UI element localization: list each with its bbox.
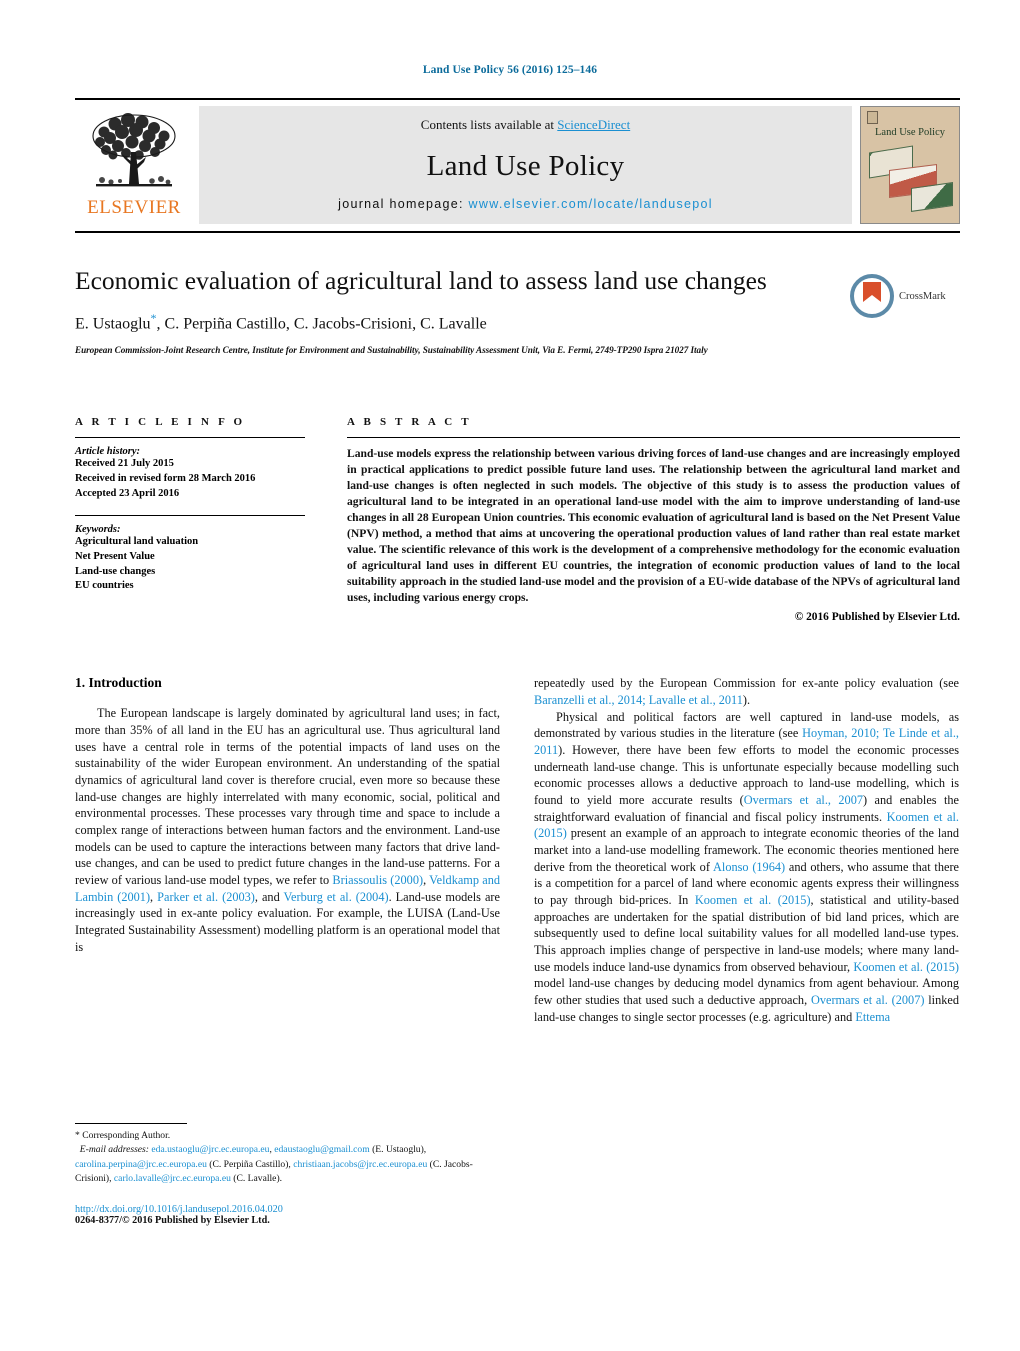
email-link-ustaoglu-jrc[interactable]: eda.ustaoglu@jrc.ec.europa.eu <box>151 1144 269 1155</box>
article-history-accepted: Accepted 23 April 2016 <box>75 487 180 499</box>
citation-koomen-2015-b[interactable]: Koomen et al. (2015) <box>695 893 811 907</box>
paragraph-right-0: repeatedly used by the European Commissi… <box>534 675 959 708</box>
author-rest: , C. Perpiña Castillo, C. Jacobs-Crision… <box>156 314 487 332</box>
affiliation: European Commission-Joint Research Centr… <box>75 344 708 355</box>
article-info-rule-top <box>75 437 305 438</box>
citation-briassoulis-2000[interactable]: Briassoulis (2000) <box>332 873 423 887</box>
abstract-rule <box>347 437 960 438</box>
keyword-item: EU countries <box>75 580 134 592</box>
sciencedirect-link[interactable]: ScienceDirect <box>557 117 630 132</box>
paragraph-left-1: The European landscape is largely domina… <box>75 705 500 955</box>
body-columns: 1. Introduction The European landscape i… <box>75 675 960 1025</box>
abstract-text: Land-use models express the relationship… <box>347 447 960 605</box>
footnote-block: * Corresponding Author. E-mail addresses… <box>75 1123 500 1226</box>
info-abstract-block: A R T I C L E I N F O Article history: R… <box>75 416 960 623</box>
citation-ettema[interactable]: Ettema <box>855 1010 890 1024</box>
journal-title: Land Use Policy <box>426 149 625 182</box>
text-run: , and <box>254 889 284 904</box>
article-info-column: A R T I C L E I N F O Article history: R… <box>75 416 347 623</box>
running-head: Land Use Policy 56 (2016) 125–146 <box>422 64 598 76</box>
abstract-heading: A B S T R A C T <box>347 416 472 428</box>
citation-verburg-2004[interactable]: Verburg et al. (2004) <box>284 890 389 904</box>
article-title-area: Economic evaluation of agricultural land… <box>75 266 960 376</box>
citation-alonso-1964[interactable]: Alonso (1964) <box>713 860 785 874</box>
article-history-revised: Received in revised form 28 March 2016 <box>75 472 256 484</box>
corresponding-author-note: * Corresponding Author. <box>75 1130 171 1141</box>
paper-page: Land Use Policy 56 (2016) 125–146 ELSEVI… <box>0 0 1020 1351</box>
crossmark-label: CrossMark <box>899 290 946 302</box>
author-first: E. Ustaoglu <box>75 314 151 332</box>
contents-available-line: Contents lists available at ScienceDirec… <box>199 117 852 133</box>
article-history-received: Received 21 July 2015 <box>75 458 174 469</box>
crossmark-icon <box>850 274 894 318</box>
abstract-copyright: © 2016 Published by Elsevier Ltd. <box>794 611 960 624</box>
citation-koomen-2015-c[interactable]: Koomen et al. (2015) <box>853 960 959 974</box>
email-addresses-note: E-mail addresses: eda.ustaoglu@jrc.ec.eu… <box>75 1144 473 1185</box>
crossmark-badge[interactable]: CrossMark <box>850 272 960 320</box>
email-addresses-label: E-mail addresses: <box>79 1144 149 1156</box>
page-title: Economic evaluation of agricultural land… <box>75 266 767 295</box>
author-list: E. Ustaoglu*, C. Perpiña Castillo, C. Ja… <box>75 311 960 333</box>
cover-field-image-3 <box>911 182 953 212</box>
article-info-heading: A R T I C L E I N F O <box>75 416 246 428</box>
email-link-lavalle[interactable]: carlo.lavalle@jrc.ec.europa.eu <box>114 1173 231 1184</box>
email-link-perpina[interactable]: carolina.perpina@jrc.ec.europa.eu <box>75 1159 207 1170</box>
doi-block: http://dx.doi.org/10.1016/j.landusepol.2… <box>75 1204 500 1226</box>
email-owner-4: (C. Lavalle). <box>230 1173 283 1185</box>
cover-publisher-mark-icon <box>867 111 878 124</box>
keyword-item: Agricultural land valuation <box>75 535 199 547</box>
email-link-jacobs[interactable]: christiaan.jacobs@jrc.ec.europa.eu <box>293 1159 427 1170</box>
keyword-item: Land-use changes <box>75 565 156 577</box>
article-info-rule-mid <box>75 514 305 516</box>
citation-baranzelli-lavalle[interactable]: Baranzelli et al., 2014; Lavalle et al.,… <box>534 693 743 707</box>
journal-homepage-link[interactable]: www.elsevier.com/locate/landusepol <box>469 197 713 211</box>
section-heading-introduction: 1. Introduction <box>75 675 162 691</box>
elsevier-logo: ELSEVIER <box>75 106 193 224</box>
journal-masthead: ELSEVIER Contents lists available at Sci… <box>75 98 960 233</box>
journal-cover-thumbnail: Land Use Policy <box>860 106 960 224</box>
text-run: ). <box>742 693 751 708</box>
text-run: The European landscape is largely domina… <box>75 706 500 888</box>
journal-homepage-line: journal homepage: www.elsevier.com/locat… <box>199 197 852 211</box>
body-column-right: repeatedly used by the European Commissi… <box>534 675 959 1025</box>
text-run: repeatedly used by the European Commissi… <box>534 676 959 691</box>
citation-overmars-2007-b[interactable]: Overmars et al. (2007) <box>811 993 925 1007</box>
citation-parker-2003[interactable]: Parker et al. (2003) <box>157 890 255 904</box>
cover-title-text: Land Use Policy <box>875 127 945 138</box>
masthead-center: Contents lists available at ScienceDirec… <box>199 106 852 224</box>
email-owner-2: (C. Perpiña Castillo), <box>206 1158 291 1170</box>
keyword-item: Net Present Value <box>75 550 155 562</box>
footnote-rule <box>75 1123 187 1124</box>
citation-overmars-2007[interactable]: Overmars et al., 2007 <box>744 793 863 807</box>
article-history-label: Article history: <box>75 446 141 457</box>
issn-copyright-line: 0264-8377/© 2016 Published by Elsevier L… <box>75 1214 270 1226</box>
contents-prefix: Contents lists available at <box>420 117 558 132</box>
keywords-label: Keywords: <box>75 523 121 535</box>
email-owner-1: (E. Ustaoglu), <box>372 1144 427 1156</box>
homepage-prefix: journal homepage: <box>338 197 469 211</box>
email-link-ustaoglu-gmail[interactable]: edaustaoglu@gmail.com <box>274 1144 369 1155</box>
abstract-column: A B S T R A C T Land-use models express … <box>347 416 960 623</box>
elsevier-wordmark: ELSEVIER <box>87 197 181 218</box>
doi-link[interactable]: http://dx.doi.org/10.1016/j.landusepol.2… <box>75 1204 500 1215</box>
elsevier-tree-icon <box>92 113 176 187</box>
paragraph-right-1: Physical and political factors are well … <box>534 709 959 1025</box>
body-column-left: 1. Introduction The European landscape i… <box>75 675 500 1025</box>
